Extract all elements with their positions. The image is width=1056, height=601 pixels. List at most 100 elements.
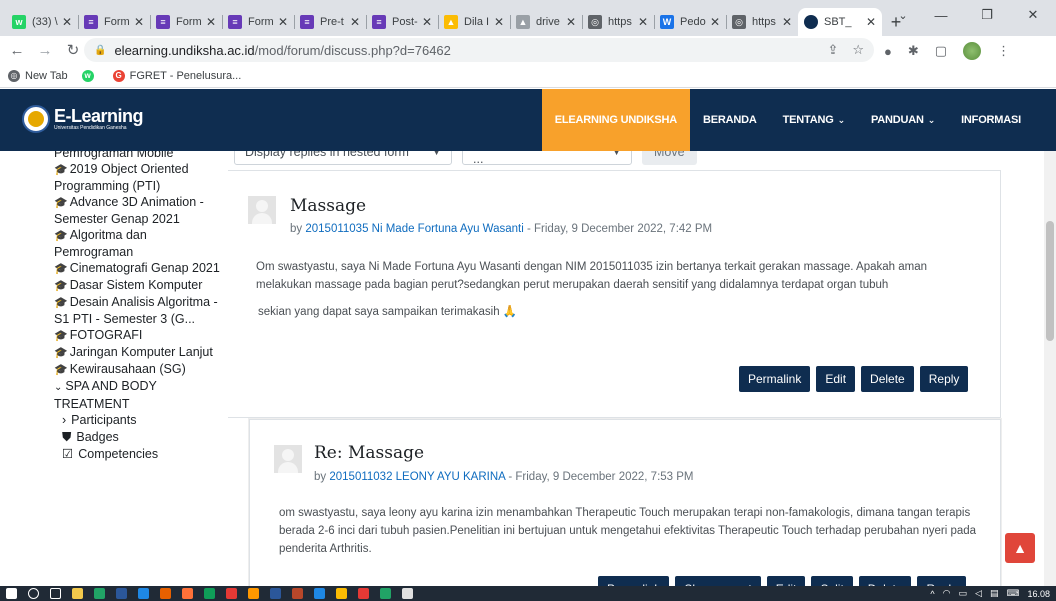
delete-button[interactable]: Delete	[858, 576, 912, 586]
search-icon[interactable]	[28, 588, 39, 599]
close-window-icon[interactable]: ✕	[1010, 7, 1056, 23]
avatar[interactable]	[248, 196, 276, 224]
side-panel-icon[interactable]: ▢	[935, 43, 947, 59]
tab-close-icon[interactable]: ✕	[866, 15, 876, 29]
back-to-top-button[interactable]: ▲	[1005, 533, 1035, 563]
battery-icon[interactable]: ▭	[959, 588, 968, 599]
move-button[interactable]: Move	[642, 151, 697, 165]
edit-button[interactable]: Edit	[766, 576, 806, 586]
browser-tab[interactable]: ≡ Form ✕	[78, 8, 150, 36]
task-view-icon[interactable]	[50, 588, 61, 599]
browser-tab-active[interactable]: SBT_ ✕	[798, 8, 882, 36]
edit-button[interactable]: Edit	[816, 366, 856, 392]
taskbar-app-icon[interactable]	[336, 588, 347, 599]
menu-item[interactable]: BERANDA	[690, 89, 770, 151]
restore-icon[interactable]: ❐	[964, 7, 1010, 23]
browser-tab[interactable]: ≡ Post- ✕	[366, 8, 438, 36]
menu-item[interactable]: PANDUAN ⌄	[858, 89, 948, 151]
taskbar-app-icon[interactable]	[402, 588, 413, 599]
author-link[interactable]: 2015011032 LEONY AYU KARINA	[329, 471, 505, 483]
browser-tab[interactable]: ≡ Form ✕	[222, 8, 294, 36]
taskbar-app-icon[interactable]	[94, 588, 105, 599]
sidebar-sub-item[interactable]: ☑ Competencies	[0, 446, 228, 463]
sidebar-course-link[interactable]: Pemrograman Mobile	[0, 151, 228, 161]
tab-close-icon[interactable]: ✕	[494, 15, 504, 29]
sidebar-course-link[interactable]: 🎓 2019 Object Oriented Programming (PTI)	[0, 161, 228, 194]
reply-button[interactable]: Reply	[917, 576, 967, 586]
tray-chevron-icon[interactable]: ^	[930, 589, 934, 599]
author-link[interactable]: 2015011035 Ni Made Fortuna Ayu Wasanti	[305, 223, 523, 235]
browser-tab[interactable]: ▲ drive ✕	[510, 8, 582, 36]
sidebar-course-link[interactable]: 🎓 Dasar Sistem Komputer	[0, 277, 228, 294]
back-icon[interactable]: ←	[6, 42, 28, 59]
lock-icon[interactable]: 🔒	[94, 45, 106, 56]
share-icon[interactable]: ⇪	[827, 42, 838, 58]
tab-close-icon[interactable]: ✕	[422, 15, 432, 29]
browser-tab[interactable]: ◎ https ✕	[726, 8, 798, 36]
sidebar-course-link[interactable]: 🎓 FOTOGRAFI	[0, 327, 228, 344]
reload-icon[interactable]: ↻	[62, 41, 84, 59]
page-scrollbar[interactable]	[1044, 151, 1056, 586]
extensions-puzzle-icon[interactable]: ✱	[908, 43, 919, 59]
taskbar-app-icon[interactable]	[380, 588, 391, 599]
kebab-menu-icon[interactable]: ⋮	[997, 43, 1010, 59]
browser-tab[interactable]: W Pedo ✕	[654, 8, 726, 36]
browser-tab[interactable]: ▲ Dila I ✕	[438, 8, 510, 36]
taskbar-app-icon[interactable]	[292, 588, 303, 599]
taskbar-app-icon[interactable]	[358, 588, 369, 599]
sidebar-course-link[interactable]: 🎓 Jaringan Komputer Lanjut	[0, 344, 228, 361]
menu-item[interactable]: TENTANG ⌄	[770, 89, 858, 151]
profile-avatar[interactable]	[963, 42, 982, 60]
taskbar-app-icon[interactable]	[270, 588, 281, 599]
scrollbar-thumb[interactable]	[1046, 221, 1054, 341]
reply-button[interactable]: Reply	[919, 366, 969, 392]
tab-search-icon[interactable]: ⌄	[888, 9, 918, 22]
sidebar-current-course[interactable]: ⌄ SPA AND BODY TREATMENT	[0, 378, 228, 412]
bookmark-item[interactable]: w	[81, 69, 99, 82]
taskbar-app-icon[interactable]	[182, 588, 193, 599]
tab-close-icon[interactable]: ✕	[278, 15, 288, 29]
taskbar-app-icon[interactable]	[116, 588, 127, 599]
browser-tab[interactable]: w (33) \ ✕	[6, 8, 78, 36]
sidebar-course-link[interactable]: 🎓 Advance 3D Animation - Semester Genap 2…	[0, 194, 228, 227]
tab-close-icon[interactable]: ✕	[566, 15, 576, 29]
move-discussion-select[interactable]: Move this discussion to ... ▼	[462, 151, 632, 166]
extension-icon[interactable]: ●	[884, 44, 892, 59]
tab-close-icon[interactable]: ✕	[134, 15, 144, 29]
delete-button[interactable]: Delete	[861, 366, 914, 392]
browser-tab[interactable]: ≡ Pre-t ✕	[294, 8, 366, 36]
menu-item[interactable]: ELEARNING UNDIKSHA	[541, 89, 691, 151]
taskbar-app-icon[interactable]	[204, 588, 215, 599]
tab-close-icon[interactable]: ✕	[350, 15, 360, 29]
display-mode-select[interactable]: Display replies in nested form ▼	[234, 151, 452, 165]
permalink-button[interactable]: Permalink	[739, 366, 811, 392]
sidebar-course-link[interactable]: 🎓 Algoritma dan Pemrograman	[0, 227, 228, 260]
sidebar-course-link[interactable]: 🎓 Cinematografi Genap 2021	[0, 260, 228, 277]
taskbar-app-icon[interactable]	[248, 588, 259, 599]
taskbar-app-icon[interactable]	[72, 588, 83, 599]
wifi-icon[interactable]: ◠	[943, 588, 951, 599]
show-parent-button[interactable]: Show parent	[675, 576, 761, 586]
tab-close-icon[interactable]: ✕	[710, 15, 720, 29]
taskbar-app-icon[interactable]	[138, 588, 149, 599]
permalink-button[interactable]: Permalink	[598, 576, 670, 586]
tab-close-icon[interactable]: ✕	[62, 15, 72, 29]
sidebar-sub-item[interactable]: ⛊ Badges	[0, 429, 228, 446]
sidebar-course-link[interactable]: 🎓 Kewirausahaan (SG)	[0, 361, 228, 378]
sidebar-course-link[interactable]: 🎓 Desain Analisis Algoritma - S1 PTI - Se…	[0, 294, 228, 327]
forward-icon[interactable]: →	[34, 42, 56, 59]
browser-tab[interactable]: ◎ https ✕	[582, 8, 654, 36]
bookmark-item[interactable]: G FGRET - Penelusura...	[112, 69, 241, 82]
browser-tab[interactable]: ≡ Form ✕	[150, 8, 222, 36]
site-logo[interactable]: E-Learning Universitas Pendidikan Ganesh…	[22, 105, 144, 133]
taskbar-app-icon[interactable]	[160, 588, 171, 599]
clock[interactable]: 16.08	[1027, 589, 1050, 599]
volume-icon[interactable]: ◁	[975, 588, 982, 599]
tab-close-icon[interactable]: ✕	[782, 15, 792, 29]
tab-close-icon[interactable]: ✕	[638, 15, 648, 29]
keyboard-icon[interactable]: ⌨	[1006, 588, 1019, 599]
split-button[interactable]: Split	[811, 576, 853, 586]
address-bar[interactable]: 🔒 elearning.undiksha.ac.id /mod/forum/di…	[84, 38, 874, 62]
tab-close-icon[interactable]: ✕	[206, 15, 216, 29]
menu-item[interactable]: INFORMASI	[948, 89, 1034, 151]
